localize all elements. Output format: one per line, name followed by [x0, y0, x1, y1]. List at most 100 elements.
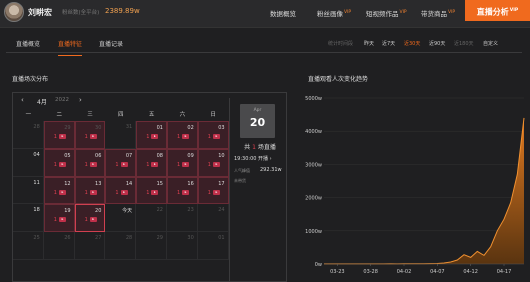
count-number: 1 [252, 144, 256, 151]
calendar-day-cell[interactable]: 29 [136, 232, 167, 260]
nav-label: 数据概览 [270, 10, 296, 18]
chart-title: 直播观看人次变化趋势 [308, 76, 369, 83]
day-number: 30 [95, 125, 102, 131]
range-custom[interactable]: 自定义 [483, 40, 498, 47]
calendar-day-cell[interactable]: 16 1 ▸ [166, 176, 198, 205]
weekday-label: 五 [148, 112, 155, 118]
prev-month-icon[interactable]: ‹ [21, 96, 24, 104]
live-tag-icon: ▸ [58, 189, 66, 195]
calendar-day-cell[interactable]: 26 [43, 232, 75, 260]
tab-live-overview[interactable]: 直播概览 [16, 39, 40, 48]
y-tick-label: 2000w [305, 196, 322, 202]
calendar-day-cell[interactable]: 30 [166, 232, 198, 260]
range-90-days[interactable]: 近90天 [429, 40, 445, 47]
x-tick-label: 03-23 [330, 269, 345, 275]
calendar-day-cell[interactable]: 17 1 ▸ [197, 176, 229, 205]
calendar-day-cell[interactable]: 10 1 ▸ [197, 148, 229, 177]
live-count-badge: 1 ▸ [85, 134, 97, 140]
calendar-day-cell[interactable]: 12 1 ▸ [43, 176, 75, 205]
vip-badge: VIP [399, 9, 407, 15]
nav-data-overview[interactable]: 数据概览 [270, 8, 296, 18]
calendar-day-cell[interactable]: 04 [13, 148, 44, 177]
calendar-day-cell[interactable]: 03 1 ▸ [197, 121, 229, 149]
day-number: 05 [64, 152, 71, 159]
day-number: 30 [187, 235, 194, 242]
range-label: 统计时间段 [328, 41, 354, 47]
day-number: 29 [64, 125, 71, 131]
live-count-badge: 1 ▸ [54, 161, 66, 168]
live-session-link[interactable]: 19:30:00 开播 › [234, 155, 272, 162]
range-180-days[interactable]: 近180天 [454, 40, 474, 47]
calendar-day-cell[interactable]: 24 [197, 204, 229, 233]
live-count: 1 [84, 189, 88, 196]
x-tick-label: 04-12 [463, 269, 478, 275]
calendar-day-cell[interactable]: 01 [197, 232, 229, 260]
vip-badge: VIP [344, 9, 352, 15]
calendar-year: 2022 [55, 97, 69, 103]
calendar-day-cell[interactable]: 18 [13, 204, 44, 233]
live-count: 1 [207, 134, 211, 140]
live-tag-icon: ▸ [89, 189, 97, 195]
calendar-day-cell[interactable]: 14 1 ▸ [105, 176, 137, 205]
day-number: 今天 [122, 208, 133, 215]
calendar-day-cell[interactable]: 01 1 ▸ [136, 121, 167, 149]
calendar-day-cell[interactable]: 28 [13, 121, 44, 149]
calendar-day-cell[interactable]: 11 [13, 176, 44, 205]
x-tick-label: 04-17 [497, 269, 512, 275]
calendar-day-cell[interactable]: 15 1 ▸ [136, 176, 167, 205]
calendar-day-cell[interactable]: 02 1 ▸ [166, 121, 198, 149]
calendar-day-cell[interactable]: 27 [74, 232, 106, 260]
weekday-label: 四 [118, 112, 124, 118]
day-number: 03 [218, 125, 225, 131]
nav-products[interactable]: 带货商品VIP [421, 8, 455, 18]
nav-short-videos[interactable]: 短视频作品VIP [366, 8, 407, 18]
live-count-badge: 1 ▸ [84, 189, 97, 196]
live-tag-icon: ▸ [151, 134, 159, 139]
calendar-day-cell[interactable]: 29 1 ▸ [43, 121, 75, 149]
calendar-day-cell[interactable]: 20 1 ▸ [74, 204, 106, 233]
weekday-label: 六 [179, 112, 186, 118]
calendar-day-cell[interactable]: 23 [166, 204, 198, 233]
day-number: 23 [187, 207, 194, 214]
day-number: 06 [95, 152, 102, 159]
calendar-day-cell[interactable]: 06 1 ▸ [74, 148, 106, 177]
day-number: 02 [187, 125, 194, 131]
calendar-day-cell[interactable]: 08 1 ▸ [136, 148, 167, 177]
calendar-day-cell[interactable]: 07 1 ▸ [105, 148, 137, 177]
session-time: 19:30:00 开播 [234, 156, 269, 162]
calendar-day-cell[interactable]: 13 1 ▸ [74, 176, 106, 205]
next-month-icon[interactable]: › [79, 96, 82, 104]
live-count: 1 [53, 134, 57, 140]
live-count-badge: 1 ▸ [208, 189, 220, 196]
calendar-day-cell[interactable]: 31 [105, 121, 137, 149]
peak-popularity-value: 292.31w [260, 167, 282, 173]
nav-live-analysis[interactable]: 直播分析VIP [465, 0, 530, 21]
x-tick-label: 04-07 [430, 269, 445, 275]
calendar-day-cell[interactable]: 05 1 ▸ [43, 148, 75, 177]
live-count: 1 [146, 161, 150, 168]
tab-live-features[interactable]: 直播特征 [58, 39, 83, 56]
nav-fans-profile[interactable]: 粉丝画像VIP [317, 8, 351, 18]
range-30-days[interactable]: 近30天 [404, 40, 420, 47]
avatar[interactable] [4, 2, 24, 22]
vip-badge: VIP [448, 9, 456, 15]
calendar-day-cell[interactable]: 22 [136, 204, 167, 233]
calendar-day-cell[interactable]: 09 1 ▸ [166, 148, 198, 177]
calendar-day-cell[interactable]: 19 1 ▸ [43, 204, 75, 233]
calendar-day-cell[interactable]: 28 [105, 232, 137, 260]
range-yesterday[interactable]: 昨天 [364, 40, 374, 47]
live-tag-icon: ▸ [151, 189, 159, 195]
calendar-day-cell[interactable]: 30 1 ▸ [74, 121, 106, 149]
weekday-row: 一二三四五六日 [13, 109, 229, 121]
x-tick-label: 04-02 [397, 269, 412, 275]
tab-live-records[interactable]: 直播记录 [99, 39, 123, 48]
range-7-days[interactable]: 近7天 [382, 40, 395, 47]
top-bar: 刘畊宏 粉丝数(全平台) 2389.89w 数据概览 粉丝画像VIP 短视频作品… [0, 0, 530, 28]
live-count-badge: 1 ▸ [177, 189, 190, 196]
live-count-badge: 1 ▸ [177, 161, 190, 168]
day-number: 20 [95, 208, 102, 215]
live-count: 1 [115, 161, 119, 168]
calendar-day-cell[interactable]: 今天 [105, 204, 137, 233]
nav-label: 直播分析 [476, 7, 509, 17]
calendar-day-cell[interactable]: 25 [13, 232, 44, 260]
